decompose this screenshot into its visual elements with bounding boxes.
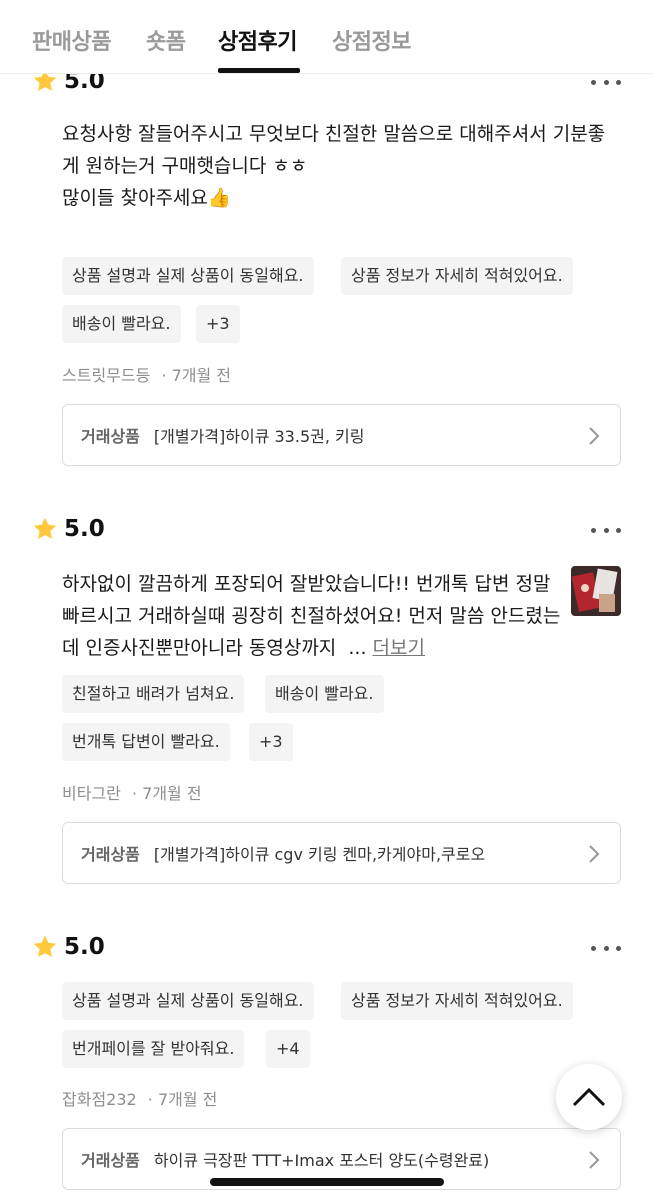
reviewer-name[interactable]: 비타그란 xyxy=(62,784,121,803)
reviewer-name[interactable]: 스트릿무드등 xyxy=(62,366,150,385)
review-tag-more-count[interactable]: +3 xyxy=(249,723,293,761)
review-tag: 상품 설명과 실제 상품이 동일해요. xyxy=(62,982,314,1020)
review-tag-more-count[interactable]: +3 xyxy=(196,305,240,343)
read-more-link[interactable]: 더보기 xyxy=(373,637,425,659)
star-icon xyxy=(33,935,57,957)
more-dots-icon[interactable] xyxy=(591,78,621,86)
more-dots-icon[interactable] xyxy=(591,944,621,952)
traded-product-link[interactable]: 거래상품 [개별가격]하이큐 cgv 키링 켄마,카게야마,쿠로오 xyxy=(62,822,621,884)
rating-row: 5.0 xyxy=(32,514,105,544)
rating-value: 5.0 xyxy=(64,516,105,542)
review-tag: 상품 설명과 실제 상품이 동일해요. xyxy=(62,257,314,295)
review-meta: 스트릿무드등 · 7개월 전 xyxy=(62,362,231,386)
product-label: 거래상품 xyxy=(81,1151,140,1170)
chevron-up-icon xyxy=(572,1087,606,1107)
star-icon xyxy=(33,517,57,539)
active-tab-indicator xyxy=(218,68,300,73)
store-tab-bar: 판매상품 숏폼 상점후기 상점정보 xyxy=(0,0,653,74)
review-list: 5.0 요청사항 잘들어주시고 무엇보다 친절한 말씀으로 대해주셔서 기분좋게… xyxy=(0,74,653,1200)
tab-products[interactable]: 판매상품 xyxy=(32,24,111,56)
product-name: [개별가격]하이큐 33.5권, 키링 xyxy=(153,427,365,446)
review-time: · 7개월 전 xyxy=(147,1090,218,1109)
review-text: 하자없이 깔끔하게 포장되어 잘받았습니다!! 번개톡 답변 정말 빠르시고 거… xyxy=(62,568,562,664)
more-dots-icon[interactable] xyxy=(591,526,621,534)
review-tag-more-count[interactable]: +4 xyxy=(266,1030,310,1068)
home-indicator[interactable] xyxy=(210,1178,444,1186)
chevron-right-icon xyxy=(589,845,600,863)
review-photo xyxy=(571,566,621,616)
product-name: 하이큐 극장판 TTT+Imax 포스터 양도(수령완료) xyxy=(153,1151,490,1170)
scroll-to-top-button[interactable] xyxy=(556,1064,622,1130)
rating-value: 5.0 xyxy=(64,934,105,960)
review-text: 요청사항 잘들어주시고 무엇보다 친절한 말씀으로 대해주셔서 기분좋게 원하는… xyxy=(62,123,606,209)
rating-row: 5.0 xyxy=(32,74,105,96)
review-time: · 7개월 전 xyxy=(131,784,202,803)
review-tag: 상품 정보가 자세히 적혀있어요. xyxy=(341,257,573,295)
reviewer-name[interactable]: 잡화점232 xyxy=(62,1090,137,1109)
traded-product-link[interactable]: 거래상품 [개별가격]하이큐 33.5권, 키링 xyxy=(62,404,621,466)
review-tag: 상품 정보가 자세히 적혀있어요. xyxy=(341,982,573,1020)
tab-shortform[interactable]: 숏폼 xyxy=(146,24,186,56)
review-text-body: 하자없이 깔끔하게 포장되어 잘받았습니다!! 번개톡 답변 정말 빠르시고 거… xyxy=(62,573,561,659)
rating-value: 5.0 xyxy=(64,74,105,94)
review-meta: 비타그란 · 7개월 전 xyxy=(62,780,202,804)
review-tag: 배송이 빨라요. xyxy=(62,305,181,343)
review-tag: 번개톡 답변이 빨라요. xyxy=(62,723,230,761)
review-tag: 친절하고 배려가 넘쳐요. xyxy=(62,675,245,713)
chevron-right-icon xyxy=(589,427,600,445)
review-meta: 잡화점232 · 7개월 전 xyxy=(62,1086,217,1110)
tab-store-reviews[interactable]: 상점후기 xyxy=(218,24,297,56)
tab-store-info[interactable]: 상점정보 xyxy=(332,24,411,56)
product-label: 거래상품 xyxy=(81,427,140,446)
review-time: · 7개월 전 xyxy=(161,366,232,385)
product-name: [개별가격]하이큐 cgv 키링 켄마,카게야마,쿠로오 xyxy=(153,845,486,864)
rating-row: 5.0 xyxy=(32,932,105,962)
chevron-right-icon xyxy=(589,1151,600,1169)
product-label: 거래상품 xyxy=(81,845,140,864)
star-icon xyxy=(33,74,57,91)
review-photo-thumbnail[interactable] xyxy=(571,566,621,616)
review-tag: 번개페이를 잘 받아줘요. xyxy=(62,1030,245,1068)
review-tag: 배송이 빨라요. xyxy=(265,675,384,713)
